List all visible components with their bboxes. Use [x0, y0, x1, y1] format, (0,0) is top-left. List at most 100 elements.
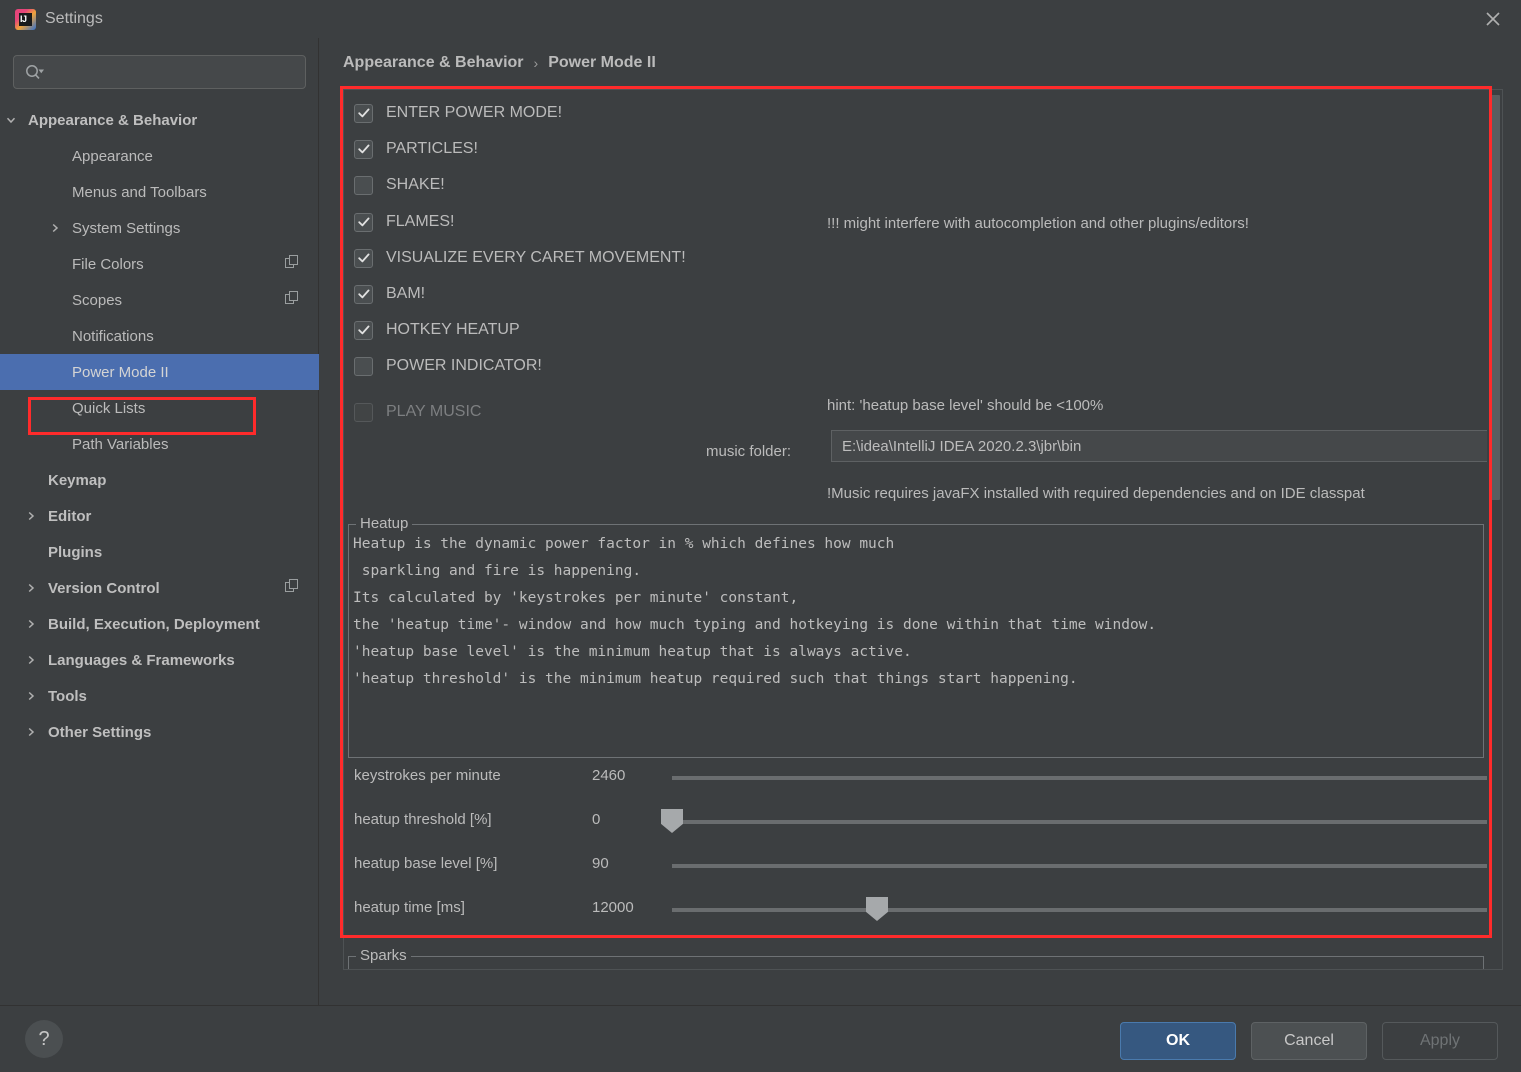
checkbox-checked-icon[interactable]	[354, 103, 373, 123]
checkbox-checked-icon[interactable]	[354, 248, 373, 268]
sidebar-item-menus-and-toolbars[interactable]: Menus and Toolbars	[0, 174, 319, 210]
panel-vertical-scrollbar-track[interactable]	[1487, 90, 1502, 969]
chevron-right-icon[interactable]	[22, 615, 40, 633]
panel-vertical-scrollbar-thumb[interactable]	[1489, 95, 1500, 500]
checkbox-unchecked-icon[interactable]	[354, 175, 373, 195]
search-icon	[24, 64, 46, 80]
sidebar-item-label: Quick Lists	[72, 399, 146, 417]
settings-content: Appearance & Behavior › Power Mode II EN…	[320, 38, 1521, 1005]
intellij-logo-icon: IJ	[15, 9, 36, 30]
sidebar-item-notifications[interactable]: Notifications	[0, 318, 319, 354]
ok-button[interactable]: OK	[1120, 1022, 1236, 1060]
sidebar-item-other-settings[interactable]: Other Settings	[0, 714, 319, 750]
sidebar-item-label: Scopes	[72, 291, 123, 309]
checkbox-row-flames[interactable]: FLAMES!	[354, 207, 454, 237]
checkbox-row-visualize-every-caret-movement[interactable]: VISUALIZE EVERY CARET MOVEMENT!	[354, 243, 686, 273]
checkbox-unchecked-icon[interactable]	[354, 402, 373, 422]
checkbox-row-shake[interactable]: SHAKE!	[354, 170, 445, 200]
checkbox-row-particles[interactable]: PARTICLES!	[354, 134, 478, 164]
breadcrumb: Appearance & Behavior › Power Mode II	[343, 50, 656, 76]
title-bar: IJ Settings	[0, 0, 1521, 38]
sidebar-item-label: Languages & Frameworks	[48, 651, 235, 669]
slider-value: 12000	[592, 899, 634, 916]
sidebar-item-label: Keymap	[48, 471, 107, 489]
checkbox-unchecked-icon[interactable]	[354, 356, 373, 376]
slider-track[interactable]	[672, 776, 1492, 780]
checkbox-checked-icon[interactable]	[354, 139, 373, 159]
copy-settings-icon[interactable]	[285, 579, 299, 597]
sidebar-item-label: File Colors	[72, 255, 144, 273]
slider-value: 0	[592, 811, 601, 828]
slider-track[interactable]	[672, 864, 1492, 868]
sidebar-item-label: Path Variables	[72, 435, 169, 453]
search-field-wrapper[interactable]	[13, 55, 306, 89]
sidebar-item-appearance[interactable]: Appearance	[0, 138, 319, 174]
slider-thumb[interactable]	[661, 809, 683, 833]
checkbox-row-enter-power-mode[interactable]: ENTER POWER MODE!	[354, 98, 562, 128]
sidebar-item-tools[interactable]: Tools	[0, 678, 319, 714]
sidebar-item-scopes[interactable]: Scopes	[0, 282, 319, 318]
sidebar-item-build-execution-deployment[interactable]: Build, Execution, Deployment	[0, 606, 319, 642]
checkbox-row-hotkey-heatup[interactable]: HOTKEY HEATUP	[354, 315, 520, 345]
sidebar-item-editor[interactable]: Editor	[0, 498, 319, 534]
chevron-right-icon[interactable]	[46, 219, 64, 237]
checkbox-checked-icon[interactable]	[354, 284, 373, 304]
music-folder-label: music folder:	[706, 443, 792, 460]
slider-track[interactable]	[672, 820, 1492, 824]
checkbox-label: PARTICLES!	[386, 140, 478, 157]
sidebar-item-appearance-behavior[interactable]: Appearance & Behavior	[0, 102, 319, 138]
slider-label: heatup base level [%]	[354, 855, 498, 872]
settings-dialog: IJ Settings Appearance & Behavior Appear…	[0, 0, 1521, 1072]
chevron-right-icon[interactable]	[22, 687, 40, 705]
chevron-right-icon[interactable]	[22, 723, 40, 741]
copy-settings-icon[interactable]	[285, 291, 299, 309]
dialog-footer: ? OK Cancel Apply	[0, 1005, 1521, 1072]
slider-value: 90	[592, 855, 609, 872]
breadcrumb-parent[interactable]: Appearance & Behavior	[343, 54, 524, 72]
chevron-down-icon[interactable]	[2, 111, 20, 129]
chevron-right-icon[interactable]	[22, 579, 40, 597]
search-box[interactable]	[13, 55, 306, 89]
sidebar-item-label: Version Control	[48, 579, 160, 597]
slider-label: keystrokes per minute	[354, 767, 501, 784]
slider-row-keystrokes-per-minute: keystrokes per minute 2460	[354, 758, 1492, 798]
sidebar-item-path-variables[interactable]: Path Variables	[0, 426, 319, 462]
sidebar-item-system-settings[interactable]: System Settings	[0, 210, 319, 246]
intellij-logo-text: IJ	[20, 14, 27, 24]
sidebar-item-label: System Settings	[72, 219, 181, 237]
checkbox-checked-icon[interactable]	[354, 212, 373, 232]
sidebar-item-label: Appearance	[72, 147, 153, 165]
checkbox-row-bam[interactable]: BAM!	[354, 279, 425, 309]
sidebar-item-version-control[interactable]: Version Control	[0, 570, 319, 606]
slider-thumb[interactable]	[866, 897, 888, 921]
shake-warning-note: !!! might interfere with autocompletion …	[827, 215, 1249, 232]
checkbox-row-power-indicator[interactable]: POWER INDICATOR!	[354, 351, 542, 381]
music-folder-input[interactable]: E:\idea\IntelliJ IDEA 2020.2.3\jbr\bin	[831, 430, 1502, 462]
chevron-right-icon[interactable]	[22, 651, 40, 669]
sidebar-item-label: Menus and Toolbars	[72, 183, 207, 201]
search-input[interactable]	[52, 64, 305, 80]
sidebar-item-label: Notifications	[72, 327, 154, 345]
checkbox-checked-icon[interactable]	[354, 320, 373, 340]
sidebar-item-quick-lists[interactable]: Quick Lists	[0, 390, 319, 426]
slider-track[interactable]	[672, 908, 1492, 912]
sparks-group: Sparks spark color red range	[348, 947, 1484, 969]
close-icon[interactable]	[1465, 0, 1521, 38]
checkbox-label: ENTER POWER MODE!	[386, 104, 563, 121]
slider-value: 2460	[592, 767, 626, 784]
chevron-right-icon[interactable]	[22, 507, 40, 525]
sidebar-item-keymap[interactable]: Keymap	[0, 462, 319, 498]
help-button[interactable]: ?	[25, 1020, 63, 1058]
checkbox-label: FLAMES!	[386, 213, 455, 230]
copy-settings-icon[interactable]	[285, 255, 299, 273]
sidebar-item-label: Power Mode II	[72, 363, 169, 381]
sidebar-item-plugins[interactable]: Plugins	[0, 534, 319, 570]
heatup-group-title: Heatup	[356, 515, 413, 532]
sidebar-item-file-colors[interactable]: File Colors	[0, 246, 319, 282]
settings-sidebar: Appearance & Behavior Appearance Menus and…	[0, 38, 319, 1005]
sidebar-item-languages-frameworks[interactable]: Languages & Frameworks	[0, 642, 319, 678]
cancel-button[interactable]: Cancel	[1251, 1022, 1367, 1060]
sparks-group-title: Sparks	[356, 947, 411, 964]
sidebar-item-power-mode-ii[interactable]: Power Mode II	[0, 354, 319, 390]
checkbox-row-play-music[interactable]: PLAY MUSIC	[354, 397, 481, 427]
